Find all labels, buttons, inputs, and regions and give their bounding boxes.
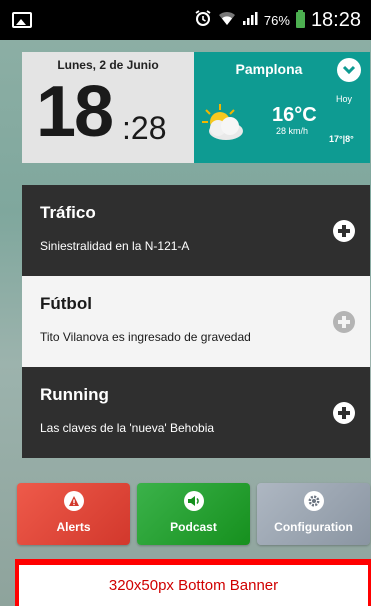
speaker-icon xyxy=(183,491,204,511)
status-left xyxy=(12,12,32,28)
sun-cloud-icon xyxy=(202,104,243,140)
temp-range: 17°|8° xyxy=(329,134,354,144)
news-item-trafico[interactable]: Tráfico Siniestralidad en la N-121-A xyxy=(22,185,370,276)
gear-icon xyxy=(303,491,324,511)
wifi-icon xyxy=(218,10,236,30)
day-label: Hoy xyxy=(336,94,353,104)
temperature: 16°C xyxy=(272,104,317,126)
news-subtitle: Tito Vilanova es ingresado de gravedad xyxy=(40,330,251,344)
image-icon xyxy=(12,12,32,28)
configuration-label: Configuration xyxy=(274,520,353,534)
ad-banner[interactable]: 320x50px Bottom Banner xyxy=(19,565,368,606)
chevron-down-icon xyxy=(342,65,356,75)
status-right: 76% 18:28 xyxy=(194,9,361,32)
alarm-icon xyxy=(194,9,212,31)
alerts-label: Alerts xyxy=(56,520,91,534)
city-label: Pamplona xyxy=(235,61,303,77)
status-bar: 76% 18:28 xyxy=(0,0,371,40)
clock-minutes: :28 xyxy=(122,110,167,146)
configuration-button[interactable]: Configuration xyxy=(257,483,370,545)
news-title: Tráfico xyxy=(40,203,96,222)
podcast-label: Podcast xyxy=(170,520,217,534)
clock-hour: 18 xyxy=(36,72,114,152)
clock-widget[interactable]: Lunes, 2 de Junio 18 :28 xyxy=(22,52,194,163)
weather-widget[interactable]: Pamplona 16°C 28 km/h Hoy 17°|8° xyxy=(194,52,370,163)
news-subtitle: Las claves de la 'nueva' Behobia xyxy=(40,421,215,435)
news-title: Running xyxy=(40,385,109,404)
signal-icon xyxy=(242,10,258,30)
battery-percent: 76% xyxy=(263,12,290,28)
news-item-running[interactable]: Running Las claves de la 'nueva' Behobia xyxy=(22,367,370,458)
plus-icon[interactable] xyxy=(333,220,355,242)
news-title: Fútbol xyxy=(40,294,92,313)
plus-icon[interactable] xyxy=(333,402,355,424)
podcast-button[interactable]: Podcast xyxy=(137,483,250,545)
battery-icon xyxy=(295,10,305,28)
news-item-futbol[interactable]: Fútbol Tito Vilanova es ingresado de gra… xyxy=(22,276,370,367)
plus-icon[interactable] xyxy=(333,311,355,333)
wind-speed: 28 km/h xyxy=(276,126,309,136)
status-clock: 18:28 xyxy=(310,8,361,31)
alerts-button[interactable]: Alerts xyxy=(17,483,130,545)
warning-icon xyxy=(63,491,84,511)
news-subtitle: Siniestralidad en la N-121-A xyxy=(40,239,190,253)
city-dropdown-button[interactable] xyxy=(337,58,361,82)
date-label: Lunes, 2 de Junio xyxy=(57,58,159,72)
